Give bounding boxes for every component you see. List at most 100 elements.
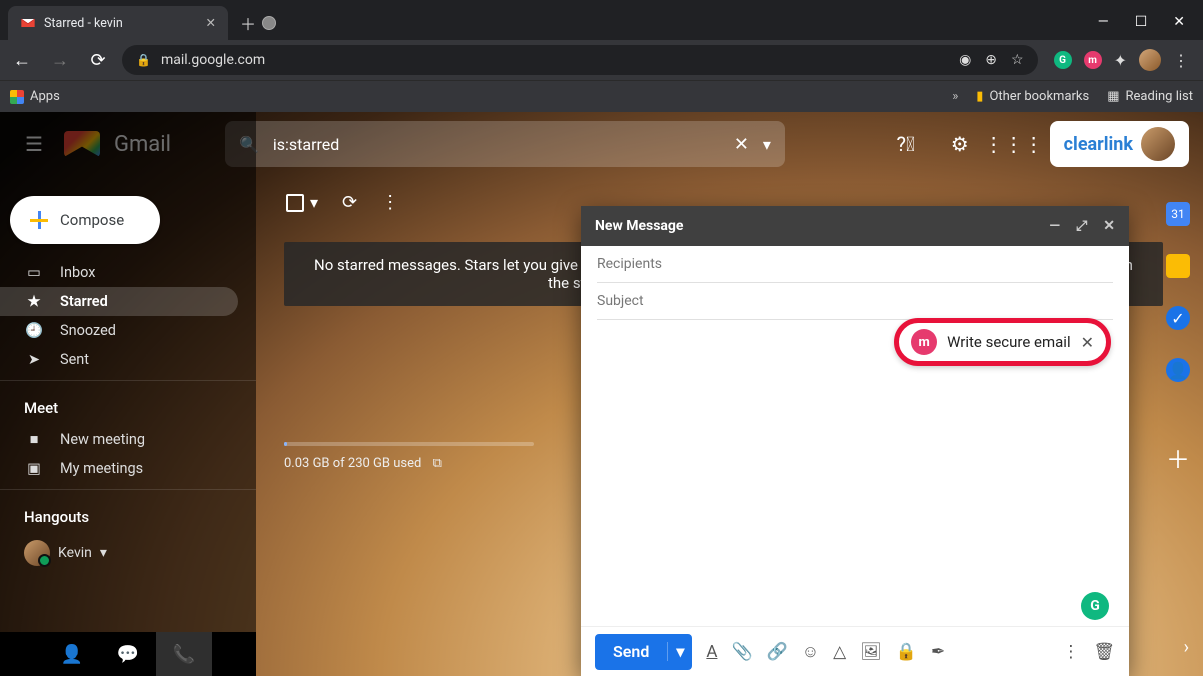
calendar-addon-icon[interactable]: 31 <box>1166 202 1190 226</box>
compose-label: Compose <box>60 211 124 229</box>
video-icon: ■ <box>24 431 44 448</box>
other-bookmarks-folder[interactable]: ▮ Other bookmarks <box>976 89 1089 104</box>
calendar-icon: ▣ <box>24 460 44 477</box>
image-icon[interactable]: 🖼 <box>860 642 882 662</box>
compose-window: New Message — ⤢ ✕ Recipients Subject m W… <box>581 206 1129 676</box>
storage-text: 0.03 GB of 230 GB used <box>284 456 421 471</box>
window-close-icon[interactable]: ✕ <box>1173 14 1185 30</box>
side-panel: 31 ✓ 👤 ＋ <box>1153 196 1203 676</box>
subject-field[interactable]: Subject <box>597 283 1113 320</box>
hangouts-user[interactable]: Kevin ▾ <box>0 534 256 572</box>
list-icon: ▦ <box>1107 89 1119 104</box>
nav-sent[interactable]: ➤Sent <box>0 345 238 374</box>
window-maximize-icon[interactable]: ☐ <box>1135 14 1148 30</box>
reload-button[interactable]: ⟳ <box>84 46 112 74</box>
left-nav: Compose ▭Inbox ★Starred 🕘Snoozed ➤Sent M… <box>0 112 256 676</box>
bookmarks-bar: Apps » ▮ Other bookmarks ▦ Reading list <box>0 80 1203 112</box>
chevron-down-icon: ▾ <box>310 193 318 212</box>
hangouts-section-label: Hangouts <box>0 496 256 534</box>
fullscreen-compose-icon[interactable]: ⤢ <box>1076 218 1087 234</box>
secure-email-label: Write secure email <box>947 333 1070 351</box>
hangouts-bottom-bar: 👤 💬 📞 <box>0 632 256 676</box>
nav-new-meeting[interactable]: ■ New meeting <box>0 425 238 454</box>
tab-title: Starred - kevin <box>44 16 123 31</box>
chrome-menu-icon[interactable]: ⋮ <box>1173 51 1189 70</box>
nav-inbox[interactable]: ▭ Inbox <box>0 258 238 287</box>
new-tab-button[interactable]: ＋ <box>234 9 262 37</box>
select-all[interactable]: ▾ <box>286 193 318 212</box>
chat-tab-icon[interactable]: 💬 <box>100 632 156 676</box>
profile-avatar-icon[interactable] <box>1139 49 1161 71</box>
refresh-icon[interactable]: ⟳ <box>342 192 357 213</box>
forward-button[interactable]: → <box>46 46 74 74</box>
recipients-field[interactable]: Recipients <box>597 246 1113 283</box>
mail-toolbar: ▾ ⟳ ⋮ <box>286 192 399 213</box>
nav-label: Snoozed <box>60 322 116 339</box>
user-avatar-icon <box>24 540 50 566</box>
format-icon[interactable]: A <box>706 642 717 662</box>
chevron-down-icon: ▾ <box>100 545 107 561</box>
dismiss-chip-icon[interactable]: ✕ <box>1081 333 1094 352</box>
send-button[interactable]: Send ▾ <box>595 634 692 670</box>
gmail-favicon <box>20 15 36 31</box>
apps-shortcut[interactable]: Apps <box>10 89 60 104</box>
star-icon[interactable]: ☆ <box>1011 52 1024 68</box>
mailock-ext-icon[interactable]: m <box>1084 51 1102 69</box>
nav-label: Sent <box>60 351 89 368</box>
more-icon[interactable]: ⋮ <box>381 192 399 213</box>
emoji-icon[interactable]: ☺ <box>802 642 819 662</box>
compose-title: New Message <box>595 218 683 234</box>
browser-tab[interactable]: Starred - kevin ✕ <box>8 6 228 40</box>
side-panel-toggle-icon[interactable]: › <box>1184 637 1189 658</box>
discard-draft-icon[interactable]: 🗑 <box>1093 642 1115 662</box>
attach-icon[interactable]: 📎 <box>731 642 752 662</box>
send-options-icon[interactable]: ▾ <box>667 642 692 661</box>
reading-list-button[interactable]: ▦ Reading list <box>1107 89 1193 104</box>
nav-label: Inbox <box>60 264 95 281</box>
grammarly-ext-icon[interactable]: G <box>1054 51 1072 69</box>
more-options-icon[interactable]: ⋮ <box>1062 642 1079 662</box>
nav-snoozed[interactable]: 🕘Snoozed <box>0 316 238 345</box>
bookmark-overflow-icon[interactable]: » <box>952 89 958 104</box>
eye-icon[interactable]: ◉ <box>959 52 971 68</box>
contacts-addon-icon[interactable]: 👤 <box>1166 358 1190 382</box>
lock-icon: 🔒 <box>136 53 151 67</box>
folder-icon: ▮ <box>976 89 983 104</box>
browser-toolbar: ← → ⟳ 🔒 mail.google.com ◉ ⊕ ☆ G m ✦ ⋮ <box>0 40 1203 80</box>
apps-label: Apps <box>30 89 60 104</box>
minimize-compose-icon[interactable]: — <box>1049 218 1060 234</box>
close-compose-icon[interactable]: ✕ <box>1103 218 1115 234</box>
window-minimize-icon[interactable]: — <box>1098 14 1109 30</box>
tasks-addon-icon[interactable]: ✓ <box>1166 306 1190 330</box>
plus-icon <box>30 211 48 229</box>
back-button[interactable]: ← <box>8 46 36 74</box>
compose-button[interactable]: Compose <box>10 196 160 244</box>
open-storage-icon[interactable]: ⧉ <box>433 456 442 471</box>
zoom-icon[interactable]: ⊕ <box>985 52 997 68</box>
other-bookmarks-label: Other bookmarks <box>989 89 1089 104</box>
apps-grid-icon <box>10 90 24 104</box>
storage-usage: 0.03 GB of 230 GB used ⧉ <box>284 442 534 471</box>
get-addons-icon[interactable]: ＋ <box>1161 440 1195 474</box>
secure-email-chip[interactable]: m Write secure email ✕ <box>894 318 1111 366</box>
signature-icon[interactable]: ✒ <box>931 642 945 662</box>
confidential-icon[interactable]: 🔒 <box>896 642 917 662</box>
extensions-icon[interactable]: ✦ <box>1114 51 1127 70</box>
inbox-icon: ▭ <box>24 264 44 281</box>
window-titlebar: Starred - kevin ✕ ＋ — ☐ ✕ <box>0 0 1203 40</box>
compose-header[interactable]: New Message — ⤢ ✕ <box>581 206 1129 246</box>
nav-label: New meeting <box>60 431 145 448</box>
link-icon[interactable]: 🔗 <box>767 642 788 662</box>
nav-my-meetings[interactable]: ▣My meetings <box>0 454 238 483</box>
tab-close-icon[interactable]: ✕ <box>206 15 216 31</box>
storage-bar <box>284 442 534 446</box>
chrome-profile-indicator[interactable] <box>262 16 276 30</box>
nav-starred[interactable]: ★Starred <box>0 287 238 316</box>
address-bar[interactable]: 🔒 mail.google.com ◉ ⊕ ☆ <box>122 45 1038 75</box>
grammarly-badge-icon[interactable]: G <box>1081 592 1109 620</box>
contacts-tab-icon[interactable]: 👤 <box>44 632 100 676</box>
user-name-label: Kevin <box>58 545 92 561</box>
keep-addon-icon[interactable] <box>1166 254 1190 278</box>
phone-tab-icon[interactable]: 📞 <box>156 632 212 676</box>
drive-icon[interactable]: △ <box>833 642 846 662</box>
